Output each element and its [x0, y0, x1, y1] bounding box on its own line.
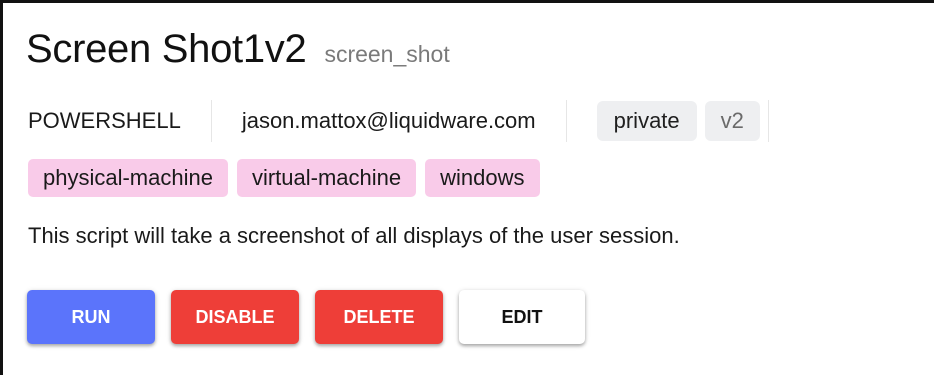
action-buttons: RUN DISABLE DELETE EDIT: [27, 290, 585, 344]
divider: [210, 100, 212, 142]
meta-row: POWERSHELL jason.mattox@liquidware.com p…: [28, 98, 799, 144]
run-button[interactable]: RUN: [27, 290, 155, 344]
divider: [767, 100, 769, 142]
divider: [565, 100, 567, 142]
disable-button[interactable]: DISABLE: [171, 290, 299, 344]
title-row: Screen Shot1v2 screen_shot: [26, 25, 450, 73]
edit-button[interactable]: EDIT: [459, 290, 585, 344]
script-card: Screen Shot1v2 screen_shot POWERSHELL ja…: [0, 0, 934, 375]
tag-chip[interactable]: virtual-machine: [236, 159, 417, 197]
version-badge: v2: [704, 101, 760, 141]
visibility-badge: private: [596, 101, 697, 141]
tag-list: physical-machine virtual-machine windows: [28, 159, 540, 197]
script-slug: screen_shot: [324, 41, 450, 67]
tag-chip[interactable]: windows: [425, 159, 540, 197]
script-description: This script will take a screenshot of al…: [28, 223, 680, 248]
script-author: jason.mattox@liquidware.com: [241, 108, 536, 133]
delete-button[interactable]: DELETE: [315, 290, 443, 344]
tag-chip[interactable]: physical-machine: [28, 159, 228, 197]
script-language: POWERSHELL: [28, 108, 181, 133]
script-title: Screen Shot1v2: [26, 27, 307, 71]
